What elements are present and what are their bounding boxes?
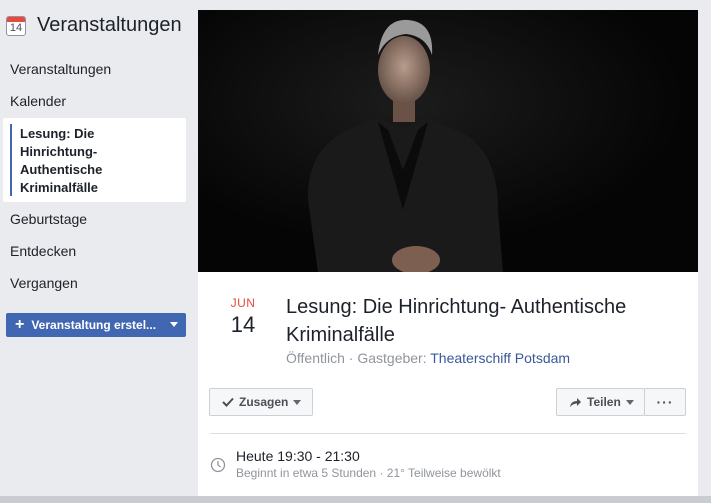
chevron-down-icon <box>625 399 634 405</box>
calendar-icon-number: 14 <box>9 21 23 34</box>
meta-separator: · <box>344 350 358 366</box>
share-arrow-icon <box>570 397 581 407</box>
share-label: Teilen <box>587 395 621 409</box>
event-meta: Öffentlich · Gastgeber: Theaterschiff Po… <box>286 350 570 366</box>
event-date: JUN 14 <box>228 296 258 338</box>
sidebar-item-current-event[interactable]: Lesung: Die Hinrichtung- Authentische Kr… <box>3 118 186 202</box>
event-time: Heute 19:30 - 21:30 <box>236 448 360 464</box>
create-event-button[interactable]: + Veranstaltung erstel... <box>6 313 186 337</box>
sidebar-header: 14 Veranstaltungen <box>6 14 182 37</box>
more-icon: ··· <box>656 394 674 410</box>
event-day: 14 <box>230 312 256 337</box>
sidebar-item-veranstaltungen[interactable]: Veranstaltungen <box>10 61 111 77</box>
clock-icon <box>210 457 226 473</box>
sidebar-item-kalender[interactable]: Kalender <box>10 93 66 109</box>
sidebar-item-entdecken[interactable]: Entdecken <box>10 243 76 259</box>
event-title: Lesung: Die Hinrichtung- Authentische Kr… <box>286 296 627 346</box>
bottom-divider <box>0 496 711 503</box>
sidebar: 14 Veranstaltungen Veranstaltungen Kalen… <box>0 0 192 503</box>
event-visibility: Öffentlich <box>286 350 345 366</box>
chevron-down-icon <box>293 399 302 405</box>
going-label: Zusagen <box>239 395 289 409</box>
event-cover-photo[interactable] <box>198 10 698 272</box>
plus-icon: + <box>15 316 25 333</box>
more-options-button[interactable]: ··· <box>644 388 686 416</box>
sidebar-item-label: Lesung: Die Hinrichtung- Authentische Kr… <box>20 126 103 195</box>
sidebar-title: Veranstaltungen <box>37 14 182 36</box>
cover-photo-image <box>198 10 698 272</box>
event-card: JUN 14 Lesung: Die Hinrichtung- Authenti… <box>198 10 698 503</box>
event-time-detail: Beginnt in etwa 5 Stunden · 21° Teilweis… <box>236 466 501 480</box>
share-button[interactable]: Teilen <box>556 388 645 416</box>
check-icon <box>222 397 234 407</box>
going-button[interactable]: Zusagen <box>209 388 313 416</box>
event-host-link[interactable]: Theaterschiff Potsdam <box>430 350 570 366</box>
create-event-label: Veranstaltung erstel... <box>31 318 157 332</box>
active-indicator <box>10 124 12 196</box>
event-month: JUN <box>230 296 256 310</box>
calendar-icon: 14 <box>6 15 26 36</box>
divider <box>210 433 686 434</box>
chevron-down-icon <box>170 322 178 327</box>
host-label: Gastgeber: <box>357 350 427 366</box>
sidebar-item-geburtstage[interactable]: Geburtstage <box>10 211 87 227</box>
sidebar-item-vergangen[interactable]: Vergangen <box>10 275 78 291</box>
